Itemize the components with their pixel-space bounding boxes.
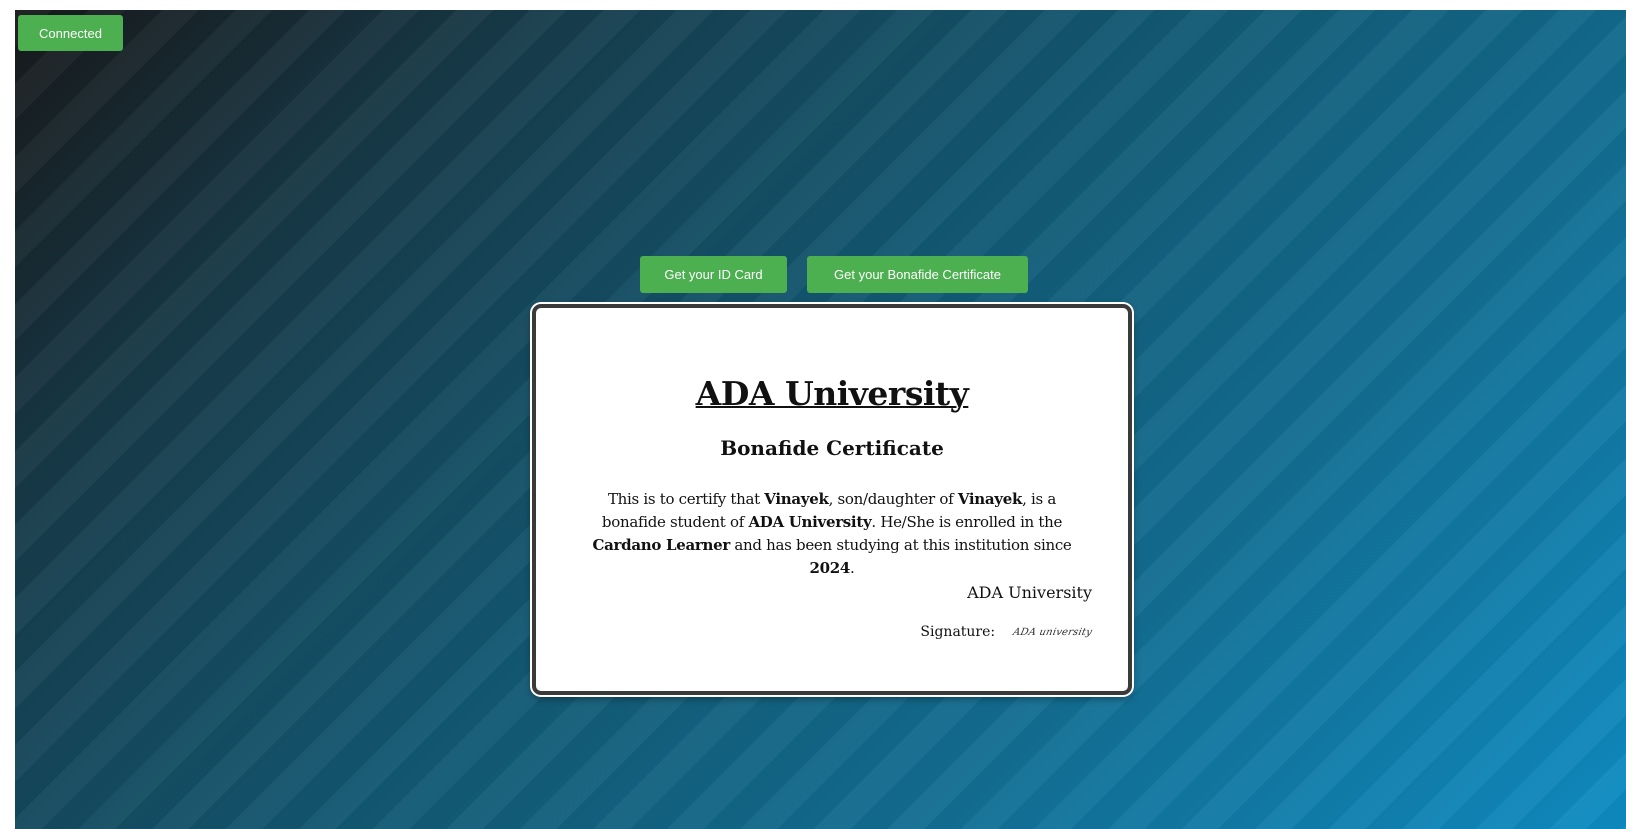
student-name: Vinayek xyxy=(764,490,829,508)
enrollment-year: 2024 xyxy=(809,559,851,577)
get-bonafide-certificate-button[interactable]: Get your Bonafide Certificate xyxy=(807,256,1028,293)
parent-name: Vinayek xyxy=(957,490,1023,508)
bonafide-certificate-card: ADA University Bonafide Certificate This… xyxy=(532,304,1132,695)
body-text-5: and has been studying at this institutio… xyxy=(729,536,1072,554)
body-text-2: , son/daughter of xyxy=(828,490,958,508)
signature-row: Signature: ADA university xyxy=(920,624,1094,640)
signature-label: Signature: xyxy=(920,624,996,640)
course-name: Cardano Learner xyxy=(592,536,730,554)
body-text-4: . He/She is enrolled in the xyxy=(871,513,1063,531)
app-background: Connected Get your ID Card Get your Bona… xyxy=(15,10,1626,829)
signature-image: ADA university xyxy=(1011,626,1094,638)
certificate-body-text: This is to certify that Vinayek, son/dau… xyxy=(574,488,1090,580)
institution-name: ADA University xyxy=(748,513,872,531)
certificate-university-title: ADA University xyxy=(695,374,969,413)
certificate-issuer: ADA University xyxy=(967,583,1092,602)
get-id-card-button[interactable]: Get your ID Card xyxy=(640,256,787,293)
body-text-6: . xyxy=(850,559,855,577)
connected-button[interactable]: Connected xyxy=(18,15,123,51)
certificate-heading: Bonafide Certificate xyxy=(720,436,944,460)
body-text-1: This is to certify that xyxy=(607,490,765,508)
